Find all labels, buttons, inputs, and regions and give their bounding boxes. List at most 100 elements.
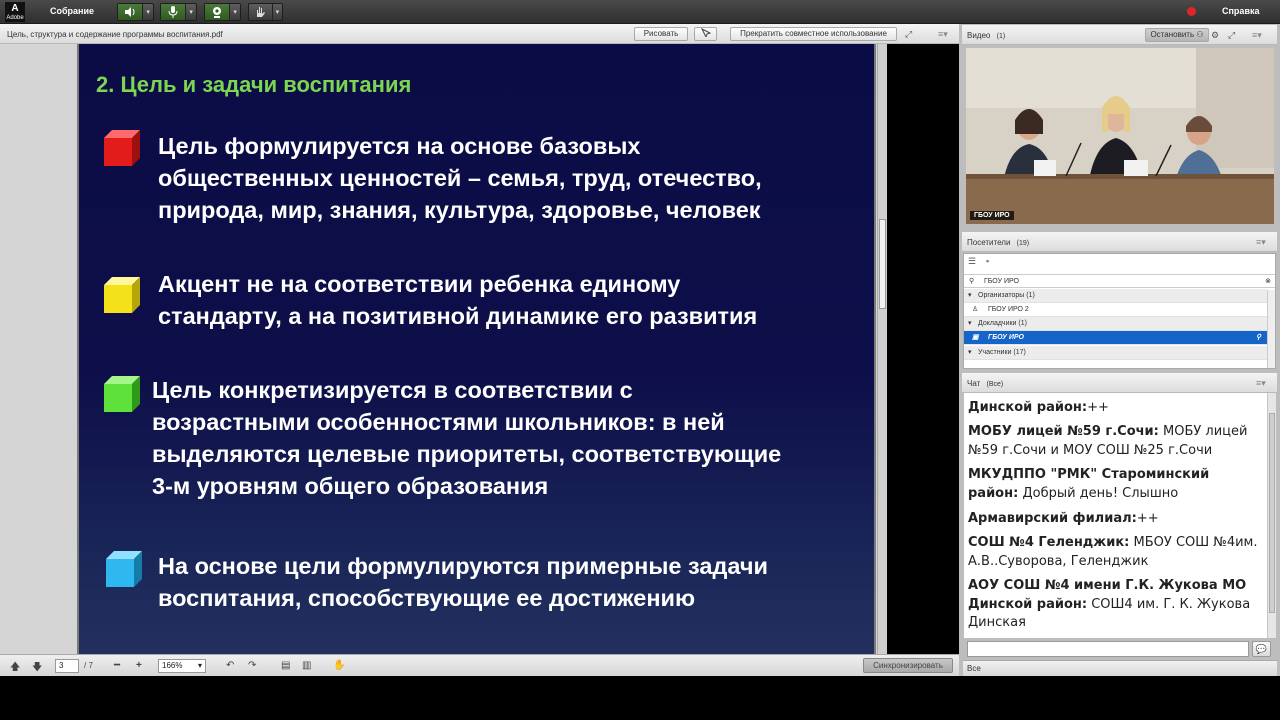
chevron-down-icon: ▾ xyxy=(197,661,202,670)
group-presenters[interactable]: ▾ Докладчики (1) xyxy=(964,317,1267,331)
chat-input[interactable] xyxy=(967,641,1249,657)
chat-pod-header: Чат (Все) ≡▾ xyxy=(962,373,1277,393)
webcam-icon xyxy=(205,4,231,20)
attendees-list: ☰ ▪ ⚲ ГБОУ ИРО ⊗ ▾ Организаторы (1) ♙ ГБОУ… xyxy=(963,253,1276,369)
multi-page-icon[interactable]: ▥ xyxy=(302,660,311,671)
chat-message: МОБУ лицей №59 г.Сочи: МОБУ лицей №59 г.… xyxy=(968,424,1248,458)
sync-button[interactable]: Синхронизировать xyxy=(863,658,953,673)
share-pod-header: Цель, структура и содержание программы в… xyxy=(0,24,959,44)
zoom-out-icon[interactable]: ━ xyxy=(114,660,120,671)
scrollbar-thumb[interactable] xyxy=(1269,413,1275,613)
chat-message: АОУ СОШ №4 имени Г.К. Жукова МО Динской … xyxy=(968,578,1251,630)
bullet-2: Акцент не на соответствии ребенка едином… xyxy=(158,271,758,329)
raise-hand-button[interactable]: ▾ xyxy=(248,3,283,21)
webcam-button[interactable]: ▾ xyxy=(204,3,241,21)
slide-title: 2. Цель и задачи воспитания xyxy=(96,72,412,97)
chat-scrollbar[interactable] xyxy=(1267,393,1276,638)
single-page-icon[interactable]: ▤ xyxy=(281,660,290,671)
bullet-3: Цель конкретизируется в соответствии с в… xyxy=(152,377,782,499)
webcam-feed: ГБОУ ИРО xyxy=(966,48,1274,224)
bullet-1: Цель формулируется на основе базовых общ… xyxy=(158,133,762,223)
video-pod-title: Видео (1) xyxy=(967,31,1006,40)
next-page-icon[interactable]: 🡇 xyxy=(32,660,42,677)
chevron-down-icon[interactable]: ▾ xyxy=(186,8,196,16)
pointer-icon xyxy=(700,27,711,39)
fullscreen-icon[interactable]: ⤢ xyxy=(905,29,912,40)
list-view-icon[interactable]: ☰ xyxy=(968,256,976,267)
menu-meeting[interactable]: Собрание xyxy=(50,6,94,16)
top-menu-bar: A Adobe Собрание ▾ ▾ ▾ ▾ Справка xyxy=(0,0,1280,24)
microphone-button[interactable]: ▾ xyxy=(160,3,197,21)
pod-menu-icon[interactable]: ≡▾ xyxy=(938,29,948,40)
speaker-icon xyxy=(118,4,144,20)
hand-icon xyxy=(249,4,273,20)
send-message-button[interactable]: 💬 xyxy=(1252,641,1271,657)
list-item-selected[interactable]: ▣ ГБОУ ИРО ⚲ xyxy=(964,331,1267,345)
rotate-left-icon[interactable]: ↶ xyxy=(226,660,234,671)
user-icon: ⚇ xyxy=(1196,30,1204,39)
presentation-slide: 2. Цель и задачи воспитания Цель формули… xyxy=(79,44,874,654)
pod-menu-icon[interactable]: ≡▾ xyxy=(1252,30,1262,41)
chevron-down-icon[interactable]: ▾ xyxy=(230,8,240,16)
fullscreen-icon[interactable]: ⤢ xyxy=(1228,30,1235,41)
attendees-scrollbar[interactable] xyxy=(1267,290,1275,368)
video-settings-icon[interactable]: ⚙ xyxy=(1211,30,1219,41)
video-scene-image xyxy=(966,48,1274,224)
chevron-down-icon[interactable]: ▾ xyxy=(273,8,282,16)
hand-tool-icon[interactable]: ✋ xyxy=(333,660,345,671)
search-icon: ⚲ xyxy=(969,278,975,285)
page-total: / 7 xyxy=(84,661,93,670)
slide-border-right xyxy=(874,44,876,654)
chevron-down-icon[interactable]: ▾ xyxy=(143,8,153,16)
document-toolbar: 🡅 🡇 3 / 7 ━ + 166% ▾ ↶ ↷ ▤ ▥ ✋ Синхрониз… xyxy=(0,654,959,676)
status-view-icon[interactable]: ▪ xyxy=(986,256,989,266)
rotate-right-icon[interactable]: ↷ xyxy=(248,660,256,671)
list-item[interactable]: ♙ ГБОУ ИРО 2 xyxy=(964,303,1267,317)
red-cube-icon xyxy=(104,130,140,166)
blue-cube-icon xyxy=(106,551,142,587)
adobe-logo: A Adobe xyxy=(5,2,25,22)
group-organizers[interactable]: ▾ Организаторы (1) xyxy=(964,289,1267,303)
attendees-title: Посетители (19) xyxy=(967,238,1030,247)
scrollbar-thumb[interactable] xyxy=(879,219,886,309)
document-title: Цель, структура и содержание программы в… xyxy=(7,30,223,39)
attendee-search[interactable]: ⚲ ГБОУ ИРО ⊗ xyxy=(964,274,1275,288)
shared-document-area[interactable]: 2. Цель и задачи воспитания Цель формули… xyxy=(0,44,887,654)
menu-help[interactable]: Справка xyxy=(1222,6,1259,16)
chat-bubble-icon: 💬 xyxy=(1255,644,1268,654)
chat-message: Армавирский филиал:++ xyxy=(968,511,1159,526)
pod-menu-icon[interactable]: ≡▾ xyxy=(1256,237,1266,248)
chevron-down-icon: ▾ xyxy=(968,349,972,356)
page-number-input[interactable]: 3 xyxy=(55,659,79,673)
speaker-button[interactable]: ▾ xyxy=(117,3,154,21)
clear-search-icon[interactable]: ⊗ xyxy=(1265,275,1271,288)
host-icon: ♙ xyxy=(972,306,979,313)
green-cube-icon xyxy=(104,376,140,412)
chat-message: МКУДППО "РМК" Староминский район: Добрый… xyxy=(968,467,1210,501)
bullet-4: На основе цели формулируются примерные з… xyxy=(158,553,768,611)
video-name-tag: ГБОУ ИРО xyxy=(970,211,1014,220)
pod-menu-icon[interactable]: ≡▾ xyxy=(1256,378,1266,389)
yellow-cube-icon xyxy=(104,277,140,313)
draw-button[interactable]: Рисовать xyxy=(634,27,688,41)
chat-messages: Динской район:++ МОБУ лицей №59 г.Сочи: … xyxy=(964,393,1267,638)
pointer-button[interactable] xyxy=(694,27,717,41)
group-participants[interactable]: ▾ Участники (17) xyxy=(964,346,1267,360)
microphone-icon xyxy=(161,4,187,20)
stop-video-button[interactable]: Остановить ⚇ xyxy=(1145,28,1209,42)
previous-page-icon[interactable]: 🡅 xyxy=(10,660,20,677)
video-pod-header: Видео (1) Остановить ⚇ ⚙ ⤢ ≡▾ xyxy=(962,25,1277,45)
chat-recipient-bar[interactable]: Все xyxy=(963,660,1277,676)
chevron-down-icon: ▾ xyxy=(968,292,972,299)
zoom-select[interactable]: 166% ▾ xyxy=(158,659,206,673)
chat-message: СОШ №4 Геленджик: МБОУ СОШ №4им. А.В..Су… xyxy=(968,535,1258,569)
chat-message: Динской район:++ xyxy=(968,400,1109,415)
microphone-icon: ⚲ xyxy=(1255,334,1261,341)
chat-title: Чат (Все) xyxy=(967,379,1004,388)
presenter-icon: ▣ xyxy=(972,334,979,341)
attendees-pod-header: Посетители (19) ≡▾ xyxy=(962,232,1277,252)
zoom-in-icon[interactable]: + xyxy=(136,660,142,671)
stop-sharing-button[interactable]: Прекратить совместное использование xyxy=(730,27,897,41)
recording-indicator xyxy=(1187,7,1196,16)
document-scrollbar[interactable] xyxy=(877,44,887,654)
